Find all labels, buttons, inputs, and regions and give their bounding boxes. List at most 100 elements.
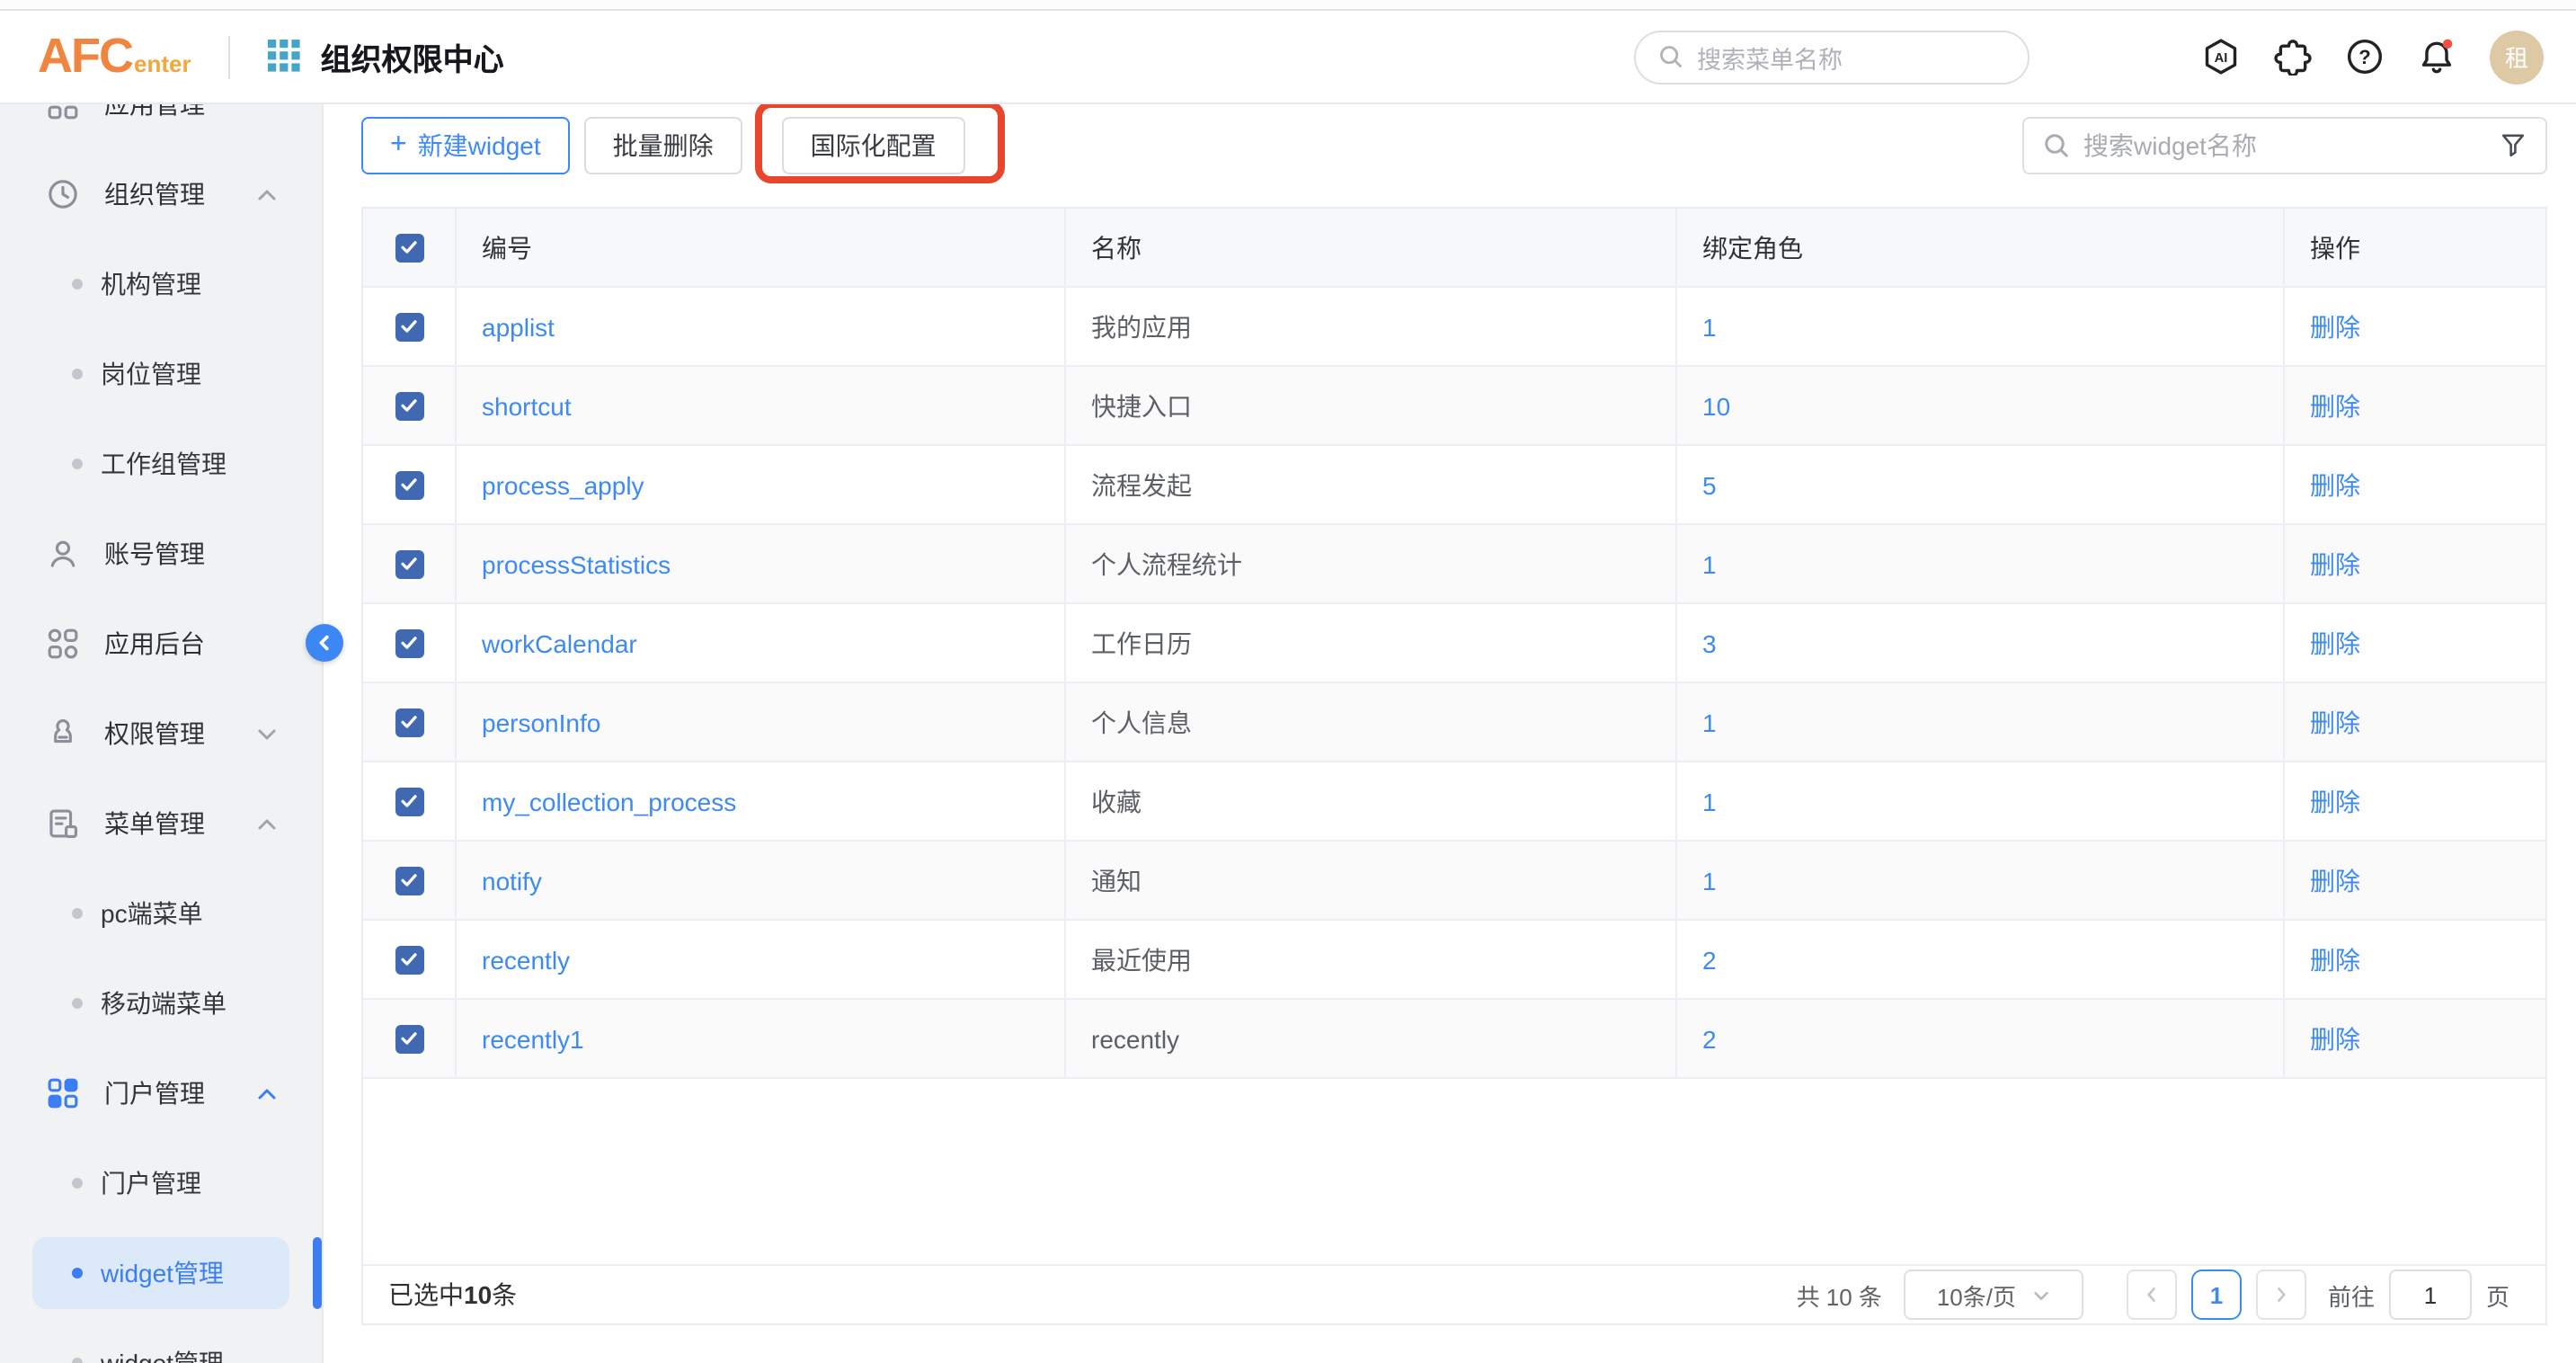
- ai-icon[interactable]: AI: [2202, 38, 2240, 76]
- row-checkbox[interactable]: [395, 787, 423, 815]
- page-1-button[interactable]: 1: [2191, 1269, 2242, 1320]
- delete-link[interactable]: 删除: [2310, 941, 2360, 977]
- select-all-checkbox[interactable]: [395, 233, 423, 262]
- sidebar-item-pc端菜单[interactable]: pc端菜单: [32, 877, 289, 949]
- delete-link[interactable]: 删除: [2310, 467, 2360, 503]
- sidebar-group-6[interactable]: 应用后台: [32, 608, 289, 680]
- avatar[interactable]: 租: [2490, 30, 2544, 84]
- widget-name: 快捷入口: [1066, 367, 1677, 444]
- plugin-icon[interactable]: [2274, 38, 2312, 76]
- row-checkbox[interactable]: [395, 549, 423, 578]
- row-checkbox[interactable]: [395, 470, 423, 499]
- table-empty-area: [363, 1079, 2545, 1264]
- roles-cell: 5: [1677, 446, 2285, 523]
- row-checkbox[interactable]: [395, 945, 423, 974]
- bullet-dot: [72, 1178, 83, 1189]
- delete-link[interactable]: 删除: [2310, 388, 2360, 423]
- sidebar-group-8[interactable]: 菜单管理: [32, 788, 289, 860]
- sidebar-item-移动端菜单[interactable]: 移动端菜单: [32, 967, 289, 1039]
- widget-code-link[interactable]: notify: [482, 866, 542, 895]
- widget-code-link[interactable]: workCalendar: [482, 628, 637, 657]
- roles-count-link[interactable]: 1: [1702, 312, 1717, 341]
- row-checkbox[interactable]: [395, 866, 423, 895]
- sidebar-item-工作组管理[interactable]: 工作组管理: [32, 428, 289, 500]
- goto-page-input[interactable]: [2389, 1269, 2472, 1320]
- delete-link[interactable]: 删除: [2310, 1020, 2360, 1056]
- sidebar-group-0[interactable]: 应用管理: [32, 104, 289, 140]
- code-cell: workCalendar: [457, 604, 1066, 682]
- delete-link[interactable]: 删除: [2310, 308, 2360, 344]
- table-row: recently最近使用2删除: [363, 921, 2545, 1000]
- widget-code-link[interactable]: processStatistics: [482, 549, 671, 578]
- page-size-select[interactable]: 10条/页: [1904, 1269, 2083, 1320]
- help-icon[interactable]: ?: [2346, 38, 2384, 76]
- sidebar-group-7[interactable]: 权限管理: [32, 698, 289, 770]
- filter-icon[interactable]: [2499, 131, 2527, 160]
- roles-count-link[interactable]: 1: [1702, 787, 1717, 815]
- roles-count-link[interactable]: 3: [1702, 628, 1717, 657]
- bullet-dot: [72, 1358, 83, 1363]
- widget-code-link[interactable]: personInfo: [482, 708, 600, 736]
- notification-bell-icon[interactable]: [2418, 38, 2456, 76]
- roles-count-link[interactable]: 10: [1702, 391, 1730, 420]
- row-checkbox[interactable]: [395, 312, 423, 341]
- toolbar: + 新建widget 批量删除 国际化配置 搜索widget名称: [361, 117, 2547, 174]
- delete-link[interactable]: 删除: [2310, 704, 2360, 740]
- row-checkbox[interactable]: [395, 1024, 423, 1053]
- prev-page-button[interactable]: [2127, 1269, 2177, 1320]
- row-checkbox[interactable]: [395, 391, 423, 420]
- new-widget-button[interactable]: + 新建widget: [361, 117, 570, 174]
- bullet-dot: [72, 369, 83, 379]
- grid-icon: [47, 104, 79, 120]
- roles-cell: 1: [1677, 683, 2285, 761]
- roles-count-link[interactable]: 1: [1702, 708, 1717, 736]
- widget-code-link[interactable]: process_apply: [482, 470, 644, 499]
- header-right: 搜索菜单名称 AI ?: [1634, 30, 2576, 84]
- roles-count-link[interactable]: 2: [1702, 945, 1717, 974]
- widget-code-link[interactable]: my_collection_process: [482, 787, 736, 815]
- delete-link[interactable]: 删除: [2310, 546, 2360, 582]
- action-cell: 删除: [2285, 762, 2545, 840]
- delete-link[interactable]: 删除: [2310, 862, 2360, 898]
- roles-count-link[interactable]: 2: [1702, 1024, 1717, 1053]
- window-top-edge: [0, 0, 2576, 11]
- sidebar-item-label: 权限管理: [104, 716, 205, 752]
- sidebar-item-机构管理[interactable]: 机构管理: [32, 248, 289, 320]
- widget-code-link[interactable]: recently: [482, 945, 570, 974]
- delete-link[interactable]: 删除: [2310, 625, 2360, 661]
- code-cell: my_collection_process: [457, 762, 1066, 840]
- sidebar-collapse-button[interactable]: [306, 624, 343, 662]
- roles-count-link[interactable]: 1: [1702, 549, 1717, 578]
- goto-label: 前往: [2328, 1278, 2375, 1312]
- delete-link[interactable]: 删除: [2310, 783, 2360, 819]
- table-body: applist我的应用1删除shortcut快捷入口10删除process_ap…: [363, 288, 2545, 1079]
- widget-code-link[interactable]: recently1: [482, 1024, 584, 1053]
- menu-search-input[interactable]: 搜索菜单名称: [1634, 30, 2030, 84]
- table-row: recently1recently2删除: [363, 1000, 2545, 1079]
- sidebar-group-5[interactable]: 账号管理: [32, 518, 289, 590]
- roles-cell: 10: [1677, 367, 2285, 444]
- sidebar-item-widget管理[interactable]: widget管理: [32, 1237, 289, 1309]
- roles-count-link[interactable]: 5: [1702, 470, 1717, 499]
- row-checkbox[interactable]: [395, 628, 423, 657]
- sidebar-group-1[interactable]: 组织管理: [32, 158, 289, 230]
- roles-count-link[interactable]: 1: [1702, 866, 1717, 895]
- widget-code-link[interactable]: shortcut: [482, 391, 572, 420]
- checkbox-cell: [363, 288, 457, 365]
- batch-delete-button[interactable]: 批量删除: [584, 117, 742, 174]
- widget-name: 个人信息: [1066, 683, 1677, 761]
- sidebar-item-岗位管理[interactable]: 岗位管理: [32, 338, 289, 410]
- widget-code-link[interactable]: applist: [482, 312, 555, 341]
- sidebar-item-widget管理[interactable]: widget管理: [32, 1327, 289, 1363]
- sidebar-group-11[interactable]: 门户管理: [32, 1057, 289, 1129]
- action-cell: 删除: [2285, 446, 2545, 523]
- i18n-config-button[interactable]: 国际化配置: [782, 117, 965, 174]
- sidebar-item-门户管理[interactable]: 门户管理: [32, 1147, 289, 1219]
- next-page-button[interactable]: [2256, 1269, 2306, 1320]
- widget-search-input[interactable]: 搜索widget名称: [2022, 117, 2547, 174]
- active-indicator-bar: [313, 1237, 322, 1309]
- logo: AFC enter: [38, 29, 191, 85]
- chevron-up-icon: [255, 183, 279, 206]
- row-checkbox[interactable]: [395, 708, 423, 736]
- sidebar-item-label: 菜单管理: [104, 806, 205, 842]
